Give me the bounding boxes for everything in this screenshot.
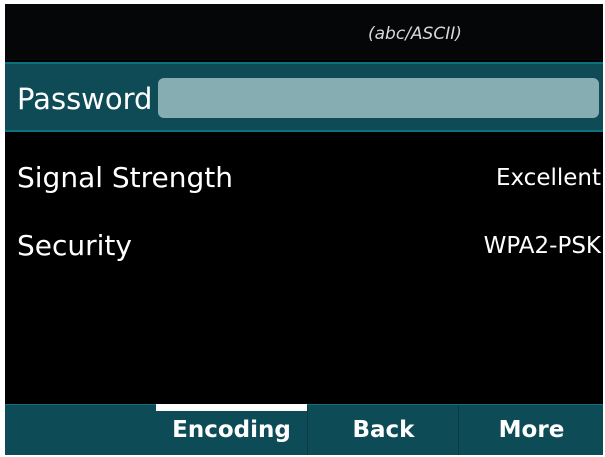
encoding-softkey[interactable]: Encoding [156, 405, 307, 455]
password-row[interactable]: Password [5, 62, 603, 132]
security-label: Security [17, 229, 132, 262]
softkey-empty [5, 405, 156, 455]
softkey-bar: Encoding Back More [5, 404, 603, 455]
selected-softkey-indicator [156, 404, 307, 411]
wifi-password-screen: (abc/ASCII) Password Signal Strength Exc… [5, 4, 603, 455]
security-value: WPA2-PSK [483, 233, 601, 259]
signal-strength-value: Excellent [495, 165, 601, 191]
more-softkey[interactable]: More [458, 405, 603, 455]
input-mode-indicator: (abc/ASCII) [368, 24, 462, 44]
signal-strength-row[interactable]: Signal Strength Excellent [5, 158, 603, 198]
password-input[interactable] [158, 78, 599, 118]
security-row[interactable]: Security WPA2-PSK [5, 226, 603, 266]
back-softkey[interactable]: Back [307, 405, 459, 455]
status-bar: (abc/ASCII) [5, 4, 603, 60]
password-label: Password [17, 82, 153, 116]
signal-strength-label: Signal Strength [17, 161, 234, 194]
